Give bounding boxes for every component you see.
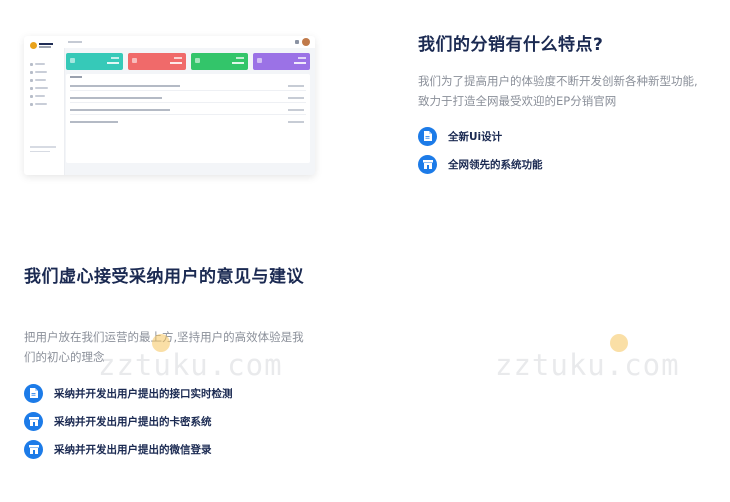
shop-icon xyxy=(24,411,43,431)
preview-nav xyxy=(30,60,60,108)
avatar xyxy=(302,38,310,46)
document-icon xyxy=(418,126,437,146)
features-list: 全新Ui设计 全网领先的系统功能 xyxy=(418,126,543,182)
preview-stat-cards xyxy=(66,53,310,70)
shop-icon xyxy=(24,439,43,459)
dashboard-preview-image xyxy=(24,36,315,175)
bell-icon xyxy=(295,40,299,44)
stat-card xyxy=(66,53,124,70)
preview-sidebar xyxy=(24,36,65,175)
preview-announcement-panel xyxy=(66,74,310,163)
feedback-item: 采纳并开发出用户提出的微信登录 xyxy=(24,439,233,459)
watermark: zztuku.com xyxy=(495,348,680,382)
feature-item: 全网领先的系统功能 xyxy=(418,154,543,174)
feedback-item: 采纳并开发出用户提出的接口实时检测 xyxy=(24,383,233,403)
feedback-heading: 我们虚心接受采纳用户的意见与建议 xyxy=(24,267,304,287)
stat-card xyxy=(190,53,248,70)
feature-item: 全新Ui设计 xyxy=(418,126,543,146)
feedback-label: 采纳并开发出用户提出的接口实时检测 xyxy=(54,387,233,400)
feature-label: 全新Ui设计 xyxy=(448,130,503,143)
features-description: 我们为了提高用户的体验度不断开发创新各种新型功能,致力于打造全网最受欢迎的EP分… xyxy=(418,74,698,108)
features-heading: 我们的分销有什么特点? xyxy=(418,35,604,55)
watermark-badge-icon xyxy=(152,334,170,352)
preview-topbar xyxy=(64,36,315,48)
feedback-list: 采纳并开发出用户提出的接口实时检测 采纳并开发出用户提出的卡密系统 采纳并开发出… xyxy=(24,383,233,467)
stat-card xyxy=(252,53,310,70)
feature-label: 全网领先的系统功能 xyxy=(448,158,543,171)
preview-logo xyxy=(30,42,53,49)
feedback-label: 采纳并开发出用户提出的卡密系统 xyxy=(54,415,212,428)
stat-card xyxy=(128,53,186,70)
feedback-item: 采纳并开发出用户提出的卡密系统 xyxy=(24,411,233,431)
watermark: zztuku.com xyxy=(98,348,283,382)
watermark-badge-icon xyxy=(610,334,628,352)
shop-icon xyxy=(418,154,437,174)
feedback-label: 采纳并开发出用户提出的微信登录 xyxy=(54,443,212,456)
document-icon xyxy=(24,383,43,403)
